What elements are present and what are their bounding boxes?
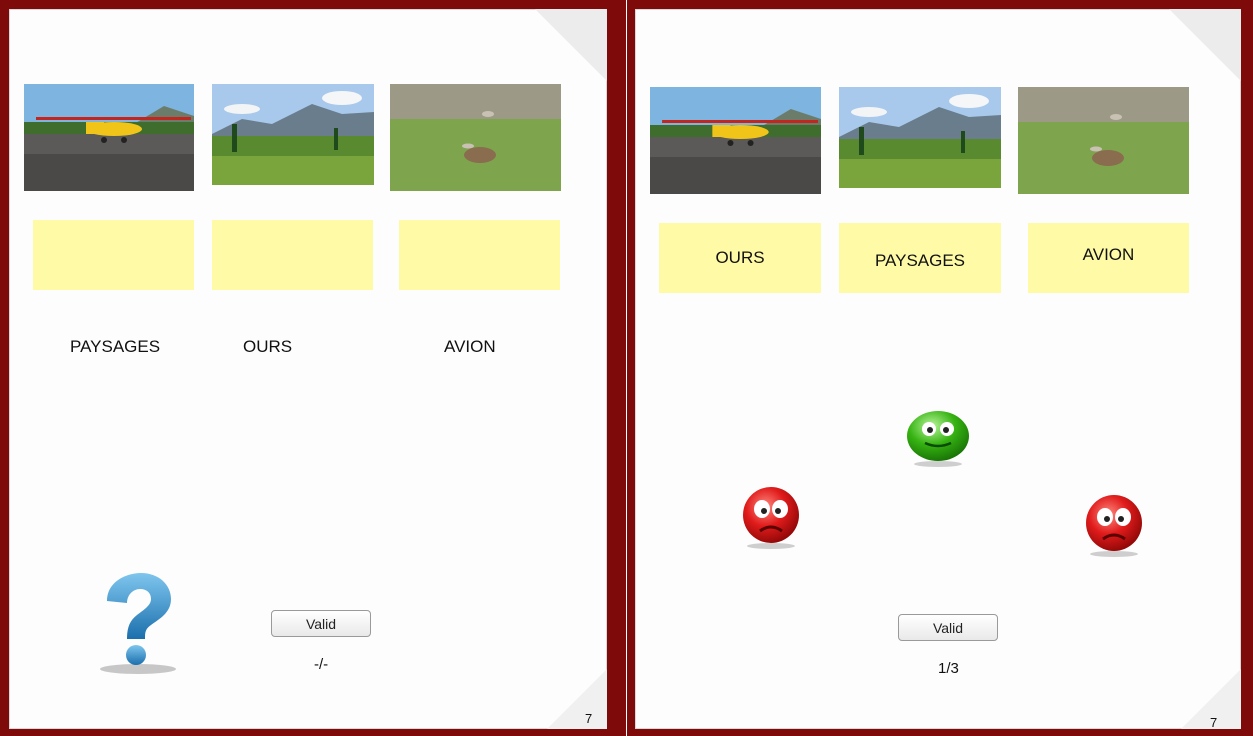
landscape-photo bbox=[212, 84, 374, 185]
wrong-red-face-icon bbox=[738, 485, 804, 549]
valid-button[interactable]: Valid bbox=[898, 614, 998, 641]
drop-zone-1[interactable]: OURS bbox=[659, 223, 821, 293]
right-page-frame: OURS PAYSAGES AVION Valid 1/3 7 bbox=[627, 0, 1253, 736]
wrong-red-face-icon bbox=[1081, 493, 1147, 557]
drop-zone-1[interactable] bbox=[33, 220, 194, 290]
help-question-icon[interactable] bbox=[97, 571, 179, 677]
airplane-photo bbox=[24, 84, 194, 191]
page-curl-bottom bbox=[547, 669, 607, 729]
drop-zone-3[interactable]: AVION bbox=[1028, 223, 1189, 293]
drop-zone-2[interactable]: PAYSAGES bbox=[839, 223, 1001, 293]
page-number: 7 bbox=[585, 711, 593, 726]
left-page-frame: PAYSAGES OURS AVION Valid -/- 7 bbox=[0, 0, 626, 736]
landscape-photo bbox=[839, 87, 1001, 188]
airplane-photo bbox=[650, 87, 821, 194]
score-text: 1/3 bbox=[938, 660, 959, 677]
bear-photo bbox=[390, 84, 561, 191]
left-exercise-page: PAYSAGES OURS AVION Valid -/- 7 bbox=[9, 9, 607, 729]
draggable-label-ours[interactable]: OURS bbox=[243, 337, 292, 357]
drop-zone-2[interactable] bbox=[212, 220, 373, 290]
draggable-label-avion[interactable]: AVION bbox=[444, 337, 496, 357]
page-curl-top bbox=[535, 9, 607, 81]
draggable-label-paysages[interactable]: PAYSAGES bbox=[70, 337, 160, 357]
page-curl-top bbox=[1169, 9, 1241, 81]
bear-photo bbox=[1018, 87, 1189, 194]
valid-button[interactable]: Valid bbox=[271, 610, 371, 637]
drop-zone-3[interactable] bbox=[399, 220, 560, 290]
right-exercise-page: OURS PAYSAGES AVION Valid 1/3 7 bbox=[635, 9, 1241, 729]
page-number: 7 bbox=[1210, 715, 1218, 729]
score-text: -/- bbox=[314, 656, 329, 673]
correct-green-face-icon bbox=[905, 409, 971, 467]
